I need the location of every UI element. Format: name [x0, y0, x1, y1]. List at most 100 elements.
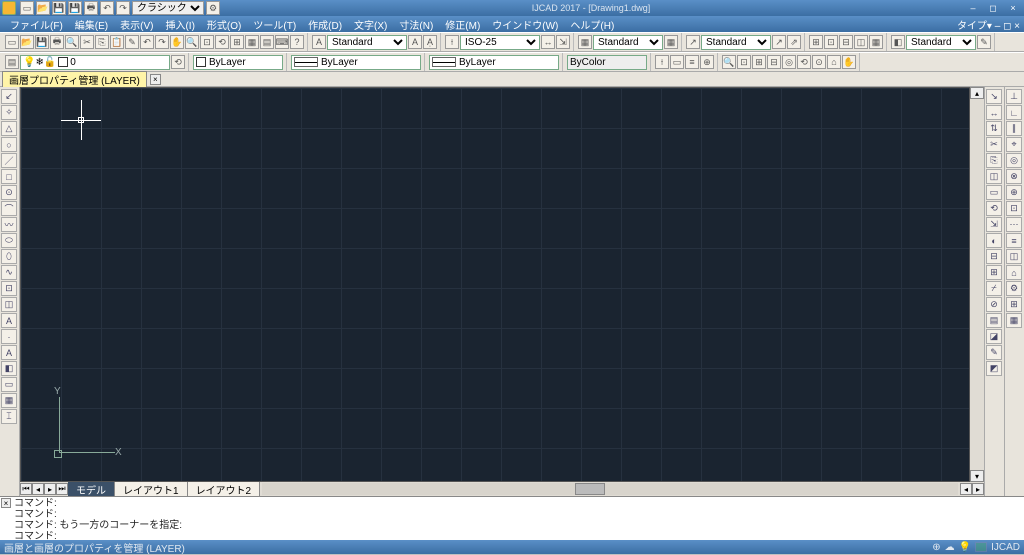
modify-tool-1-icon[interactable]: ↔ — [986, 105, 1002, 120]
minimize-button[interactable]: ‒ — [964, 2, 982, 14]
osnap-tool-13-icon[interactable]: ⊞ — [1006, 297, 1022, 312]
vertical-scrollbar[interactable]: ▴ ▾ — [970, 87, 984, 482]
props-icon[interactable]: ⊞ — [230, 35, 244, 49]
draw-tool-18-icon[interactable]: ▭ — [1, 377, 17, 392]
new-icon[interactable]: ▭ — [20, 1, 34, 15]
layer-prev-icon[interactable]: ⟲ — [171, 55, 185, 69]
color-select[interactable]: ByLayer — [193, 55, 283, 70]
layout2-tab[interactable]: レイアウト2 — [188, 482, 261, 497]
paste-icon[interactable]: 📋 — [110, 35, 124, 49]
osnap-tool-8-icon[interactable]: ⋯ — [1006, 217, 1022, 232]
draw-tool-9-icon[interactable]: ⬭ — [1, 233, 17, 248]
osnap-tool-3-icon[interactable]: ⌖ — [1006, 137, 1022, 152]
menu-file[interactable]: ファイル(F) — [4, 16, 69, 33]
menu-view[interactable]: 表示(V) — [114, 16, 159, 33]
draw-tool-10-icon[interactable]: ⬯ — [1, 249, 17, 264]
modify-tool-5-icon[interactable]: ◫ — [986, 169, 1002, 184]
z8-icon[interactable]: ⌂ — [827, 55, 841, 69]
match-icon[interactable]: ✎ — [125, 35, 139, 49]
mleader-style-icon[interactable]: ↗ — [686, 35, 700, 49]
status-bulb-icon[interactable]: 💡 — [959, 542, 971, 553]
osnap-tool-10-icon[interactable]: ◫ — [1006, 249, 1022, 264]
tab-prev-icon[interactable]: ◂ — [32, 483, 44, 495]
modify-tool-17-icon[interactable]: ◩ — [986, 361, 1002, 376]
table-style-select[interactable]: Standard — [593, 35, 663, 50]
osnap-tool-5-icon[interactable]: ⊗ — [1006, 169, 1022, 184]
draw-tool-13-icon[interactable]: ◫ — [1, 297, 17, 312]
mdi-controls[interactable]: タイプ▾ ‒ ◻ × — [957, 17, 1024, 32]
menu-insert[interactable]: 挿入(I) — [159, 16, 200, 33]
modify-tool-9-icon[interactable]: ◐ — [986, 233, 1002, 248]
table-tool-icon[interactable]: ▦ — [664, 35, 678, 49]
mleader-style-select[interactable]: Standard — [701, 35, 771, 50]
mleader-tool-icon[interactable]: ↗ — [772, 35, 786, 49]
modify-tool-2-icon[interactable]: ⇅ — [986, 121, 1002, 136]
dim-style-select[interactable]: ISO-25 — [460, 35, 540, 50]
undo2-icon[interactable]: ↶ — [140, 35, 154, 49]
calc-icon[interactable]: ⌨ — [275, 35, 289, 49]
text-tool2-icon[interactable]: Ạ — [423, 35, 437, 49]
draw-tool-20-icon[interactable]: ⌶ — [1, 409, 17, 424]
osnap-tool-4-icon[interactable]: ◎ — [1006, 153, 1022, 168]
menu-dimension[interactable]: 寸法(N) — [393, 16, 439, 33]
scroll-left-icon[interactable]: ◂ — [960, 483, 972, 495]
toolpal-icon[interactable]: ▤ — [260, 35, 274, 49]
open-file-icon[interactable]: 📂 — [20, 35, 34, 49]
modify-tool-11-icon[interactable]: ⊞ — [986, 265, 1002, 280]
print-icon[interactable]: 🖶 — [84, 1, 98, 15]
draw-tool-5-icon[interactable]: □ — [1, 169, 17, 184]
menu-draw[interactable]: 作成(D) — [302, 16, 348, 33]
vtool2-icon[interactable]: ⊡ — [824, 35, 838, 49]
draw-tool-6-icon[interactable]: ⊙ — [1, 185, 17, 200]
status-cloud-icon[interactable]: ☁ — [945, 542, 955, 553]
scroll-down-icon[interactable]: ▾ — [970, 470, 984, 482]
modify-tool-7-icon[interactable]: ⟲ — [986, 201, 1002, 216]
draw-tool-16-icon[interactable]: A — [1, 345, 17, 360]
pan-icon[interactable]: ✋ — [170, 35, 184, 49]
osnap-tool-9-icon[interactable]: ≡ — [1006, 233, 1022, 248]
modify-tool-15-icon[interactable]: ◪ — [986, 329, 1002, 344]
modify-tool-6-icon[interactable]: ▭ — [986, 185, 1002, 200]
modify-tool-3-icon[interactable]: ✂ — [986, 137, 1002, 152]
plotstyle-select[interactable]: ByColor — [567, 55, 647, 70]
draw-tool-19-icon[interactable]: ▦ — [1, 393, 17, 408]
tab-next-icon[interactable]: ▸ — [44, 483, 56, 495]
save-file-icon[interactable]: 💾 — [35, 35, 49, 49]
save-icon[interactable]: 💾 — [52, 1, 66, 15]
osnap-tool-11-icon[interactable]: ⌂ — [1006, 265, 1022, 280]
table-style-icon[interactable]: ▦ — [578, 35, 592, 49]
draw-tool-0-icon[interactable]: ↙ — [1, 89, 17, 104]
modify-tool-12-icon[interactable]: ⌿ — [986, 281, 1002, 296]
menu-help[interactable]: ヘルプ(H) — [564, 16, 620, 33]
modify-tool-4-icon[interactable]: ⎘ — [986, 153, 1002, 168]
menu-tools[interactable]: ツール(T) — [247, 16, 302, 33]
z9-icon[interactable]: ✋ — [842, 55, 856, 69]
horizontal-scrollbar[interactable] — [262, 483, 958, 495]
zoom-prev-icon[interactable]: ⟲ — [215, 35, 229, 49]
osnap-tool-14-icon[interactable]: ▦ — [1006, 313, 1022, 328]
osnap-tool-12-icon[interactable]: ⚙ — [1006, 281, 1022, 296]
menu-format[interactable]: 形式(O) — [201, 16, 247, 33]
maximize-button[interactable]: ◻ — [984, 2, 1002, 14]
doc-tab-close-icon[interactable]: × — [150, 74, 161, 85]
osnap-tool-7-icon[interactable]: ⊡ — [1006, 201, 1022, 216]
modify-tool-14-icon[interactable]: ▤ — [986, 313, 1002, 328]
draw-tool-17-icon[interactable]: ◧ — [1, 361, 17, 376]
dim-tool-icon[interactable]: ↔ — [541, 35, 555, 49]
command-close-icon[interactable]: × — [1, 498, 11, 508]
layer-manager-icon[interactable]: ▤ — [5, 55, 19, 69]
misc-style-icon[interactable]: ◧ — [891, 35, 905, 49]
draw-tool-8-icon[interactable]: 〰 — [1, 217, 17, 232]
draw-tool-1-icon[interactable]: ✧ — [1, 105, 17, 120]
redo-icon[interactable]: ↷ — [116, 1, 130, 15]
menu-edit[interactable]: 編集(E) — [69, 16, 114, 33]
draw-tool-14-icon[interactable]: A — [1, 313, 17, 328]
osnap-tool-2-icon[interactable]: ∥ — [1006, 121, 1022, 136]
draw-tool-15-icon[interactable]: · — [1, 329, 17, 344]
close-button[interactable]: × — [1004, 2, 1022, 14]
workspace-selector[interactable]: クラシック — [132, 1, 204, 15]
linetype-select[interactable]: ByLayer — [291, 55, 421, 70]
layer-select[interactable]: 💡 ❄ 🔓 0 — [20, 55, 170, 70]
menu-window[interactable]: ウインドウ(W) — [486, 16, 564, 33]
text-style-select[interactable]: Standard — [327, 35, 407, 50]
